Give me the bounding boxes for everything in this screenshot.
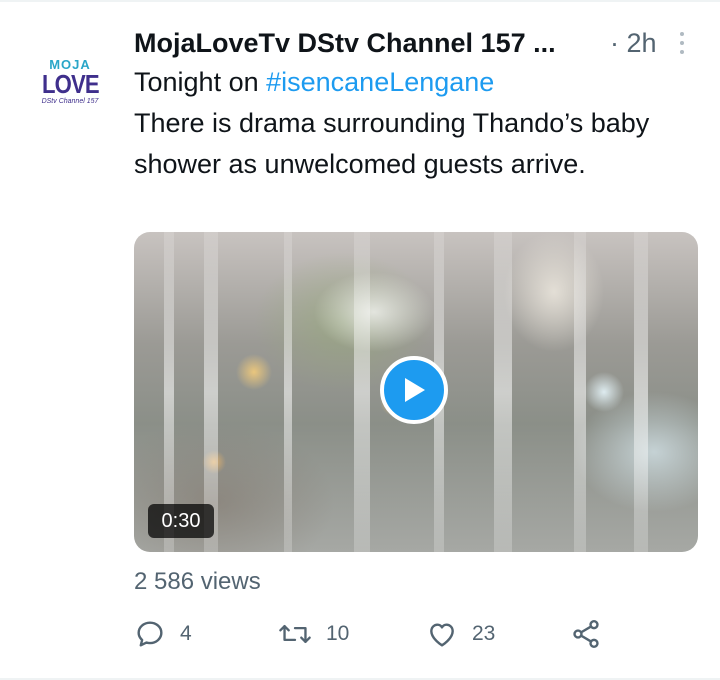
tweet-card[interactable]: MOJA LOVE DStv Channel 157 MojaLoveTv DS…	[0, 0, 720, 680]
share-icon	[573, 620, 599, 648]
view-count: 2 586 views	[134, 568, 261, 595]
more-vertical-icon[interactable]	[674, 30, 690, 56]
video-frame-detail	[574, 232, 586, 552]
tweet-text-body: There is drama surrounding Thando’s baby…	[134, 108, 650, 179]
like-button[interactable]: 23	[426, 616, 495, 652]
like-icon	[430, 623, 454, 647]
reply-icon	[137, 621, 163, 647]
avatar-logo-love: LOVE	[41, 69, 100, 99]
tweet-text: Tonight on #isencaneLengane There is dra…	[134, 62, 694, 185]
timestamp[interactable]: · 2h	[610, 26, 657, 60]
play-button[interactable]	[380, 356, 448, 424]
video-frame-detail	[634, 232, 648, 552]
top-divider	[0, 0, 720, 2]
video-duration-badge: 0:30	[148, 504, 214, 538]
video-frame-detail	[284, 232, 292, 552]
video-frame-detail	[494, 232, 512, 552]
retweet-icon	[279, 624, 311, 644]
play-icon	[405, 378, 425, 402]
retweet-count: 10	[326, 622, 350, 645]
tweet-text-prefix: Tonight on	[134, 67, 267, 97]
video-player[interactable]: 0:30	[134, 232, 698, 552]
hashtag-link[interactable]: #isencaneLengane	[266, 67, 494, 97]
share-button[interactable]	[570, 616, 602, 652]
reply-count: 4	[180, 622, 192, 645]
display-name[interactable]: MojaLoveTv DStv Channel 157 ...	[134, 26, 574, 60]
like-count: 23	[472, 622, 496, 645]
avatar[interactable]: MOJA LOVE DStv Channel 157	[22, 34, 118, 130]
video-frame-detail	[354, 232, 370, 552]
retweet-button[interactable]: 10	[278, 616, 349, 652]
tweet-header: MojaLoveTv DStv Channel 157 ... · 2h	[134, 26, 704, 60]
action-bar: 4 10 23	[134, 616, 694, 652]
reply-button[interactable]: 4	[134, 616, 192, 652]
